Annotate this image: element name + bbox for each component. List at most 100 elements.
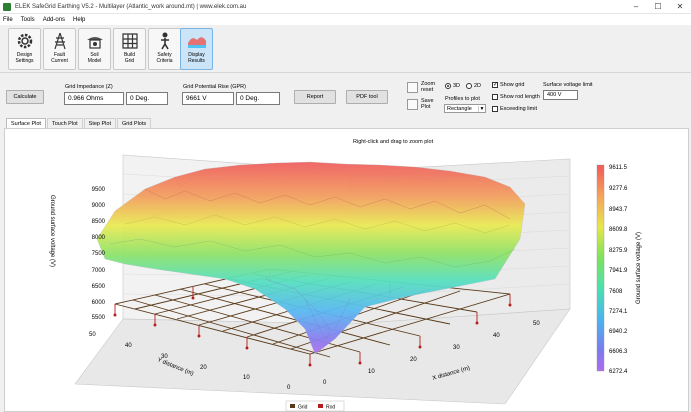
gear-icon (17, 33, 32, 49)
y-tick: 10 (243, 375, 250, 381)
soil-model-button[interactable]: Soil Model (78, 28, 111, 70)
surface-plot[interactable]: Right-click and drag to zoom plot 5500 6… (5, 129, 690, 412)
colorbar-tick: 7274.1 (609, 309, 628, 315)
pdf-tool-button[interactable]: PDF tool (346, 90, 388, 104)
colorbar-label: Ground surface voltage (V) (636, 232, 642, 304)
transmission-tower-icon (53, 32, 66, 50)
calculate-button[interactable]: Calculate (6, 90, 44, 104)
x-tick: 30 (453, 345, 460, 351)
grid-impedance-label: Grid Impedance (Z) (65, 84, 113, 90)
grid-icon (121, 33, 138, 49)
person-icon (160, 32, 169, 50)
show-rod-length-label: Show rod length (500, 94, 540, 100)
gpr-value: 9661 V (182, 92, 234, 105)
grid-impedance-angle: 0 Deg. (126, 92, 168, 105)
y-tick: 20 (200, 365, 207, 371)
legend-swatch-grid (290, 404, 295, 408)
exceeding-limit-label: Exceeding limit (500, 106, 537, 112)
fault-current-button[interactable]: Fault Current (43, 28, 76, 70)
display-results-label: Display Results (188, 52, 205, 64)
legend-rod-label: Rod (326, 405, 335, 411)
profiles-value: Rectangle (447, 105, 472, 112)
plot-panel[interactable]: Right-click and drag to zoom plot 5500 6… (4, 128, 689, 412)
safety-criteria-label: Safety Criteria (156, 52, 173, 64)
menu-help[interactable]: Help (73, 17, 85, 23)
z-axis-label: Ground surface voltage (V) (49, 195, 55, 267)
save-plot-label: Save Plot (421, 98, 434, 110)
tab-surface-plot[interactable]: Surface Plot (6, 118, 46, 128)
colorbar-tick: 8943.7 (609, 207, 628, 213)
y-tick: 50 (89, 332, 96, 338)
menu-tools[interactable]: Tools (21, 17, 35, 23)
zoom-reset-label: Zoom reset (421, 81, 436, 93)
z-tick: 9000 (92, 203, 106, 209)
soil-model-label: Soil Model (87, 52, 102, 64)
display-results-button[interactable]: Display Results (180, 28, 213, 70)
x-tick: 40 (493, 333, 500, 339)
zoom-reset-button[interactable]: Zoom reset (407, 81, 435, 93)
plot-tabs: Surface Plot Touch Plot Step Plot Grid P… (6, 118, 152, 128)
z-tick: 5500 (92, 315, 106, 321)
colorbar-tick: 6940.2 (609, 329, 628, 335)
show-rod-length-checkbox[interactable]: Show rod length (492, 94, 540, 100)
show-grid-label: Show grid (500, 82, 525, 88)
profiles-label: Profiles to plot (445, 96, 480, 102)
colorbar-tick: 9611.5 (609, 165, 628, 171)
check-icon: ✓ (492, 82, 499, 88)
z-axis: 5500 6000 6500 7000 7500 8000 8500 9000 … (49, 187, 106, 321)
fault-current-label: Fault Current (51, 52, 68, 64)
z-tick: 9500 (92, 187, 106, 193)
mode-2d-radio[interactable]: 2D (466, 83, 481, 89)
title-bar: ELEK SafeGrid Earthing V5.2 - Multilayer… (0, 0, 691, 14)
menu-addons[interactable]: Add-ons (43, 17, 65, 23)
window-title: ELEK SafeGrid Earthing V5.2 - Multilayer… (15, 3, 247, 10)
results-controls: Calculate Grid Impedance (Z) 0.966 Ohms … (0, 74, 691, 118)
mode-3d-label: 3D (453, 83, 461, 89)
x-tick: 50 (533, 321, 540, 327)
tab-grid-plots[interactable]: Grid Plots (116, 118, 152, 128)
mode-3d-radio[interactable]: 3D (445, 83, 460, 89)
legend-grid-label: Grid (298, 405, 308, 411)
minimize-button[interactable]: – (625, 0, 647, 14)
build-grid-button[interactable]: Build Grid (113, 28, 146, 70)
tab-step-plot[interactable]: Step Plot (83, 118, 116, 128)
colorbar-tick: 6606.3 (609, 349, 628, 355)
z-tick: 7500 (92, 251, 106, 257)
checkbox-box (492, 106, 498, 112)
x-tick: 20 (410, 357, 417, 363)
save-plot-button[interactable]: Save Plot (407, 98, 434, 110)
grid-impedance-value: 0.966 Ohms (64, 92, 124, 105)
x-tick: 10 (368, 369, 375, 375)
safety-criteria-button[interactable]: Safety Criteria (148, 28, 181, 70)
colorbar-tick: 8609.8 (609, 227, 628, 233)
exceeding-limit-checkbox[interactable]: Exceeding limit (492, 106, 537, 112)
surface-plot-icon (187, 37, 206, 48)
legend-swatch-rod (318, 404, 323, 408)
zoom-icon (407, 81, 418, 93)
tab-touch-plot[interactable]: Touch Plot (46, 118, 83, 128)
colorbar-tick: 7608 (609, 289, 623, 295)
profiles-select[interactable]: Rectangle ▼ (444, 104, 486, 113)
z-tick: 6500 (92, 284, 106, 290)
close-button[interactable]: ✕ (669, 0, 691, 14)
gpr-label: Grid Potential Rise (GPR) (183, 84, 246, 90)
menu-file[interactable]: File (3, 17, 13, 23)
show-grid-checkbox[interactable]: ✓ Show grid (492, 82, 524, 88)
gpr-angle: 0 Deg. (236, 92, 280, 105)
report-button[interactable]: Report (294, 90, 336, 104)
soil-icon (86, 37, 103, 49)
z-tick: 8000 (92, 235, 106, 241)
z-tick: 7000 (92, 268, 106, 274)
design-settings-button[interactable]: Design Settings (8, 28, 41, 70)
maximize-button[interactable]: ☐ (647, 0, 669, 14)
z-tick: 8500 (92, 219, 106, 225)
colorbar-tick: 7941.9 (609, 268, 628, 274)
toolbar: Design Settings Fault Current Soil Model… (0, 25, 691, 73)
mode-2d-label: 2D (474, 83, 482, 89)
colorbar: 9611.5 9277.6 8943.7 8609.8 8275.9 7941.… (596, 164, 642, 375)
plot-legend: Grid Rod (285, 400, 345, 412)
chevron-down-icon: ▼ (478, 105, 485, 112)
surface-limit-input[interactable]: 400 V (543, 90, 578, 100)
colorbar-tick: 6272.4 (609, 369, 628, 375)
radio-dot (445, 83, 451, 89)
